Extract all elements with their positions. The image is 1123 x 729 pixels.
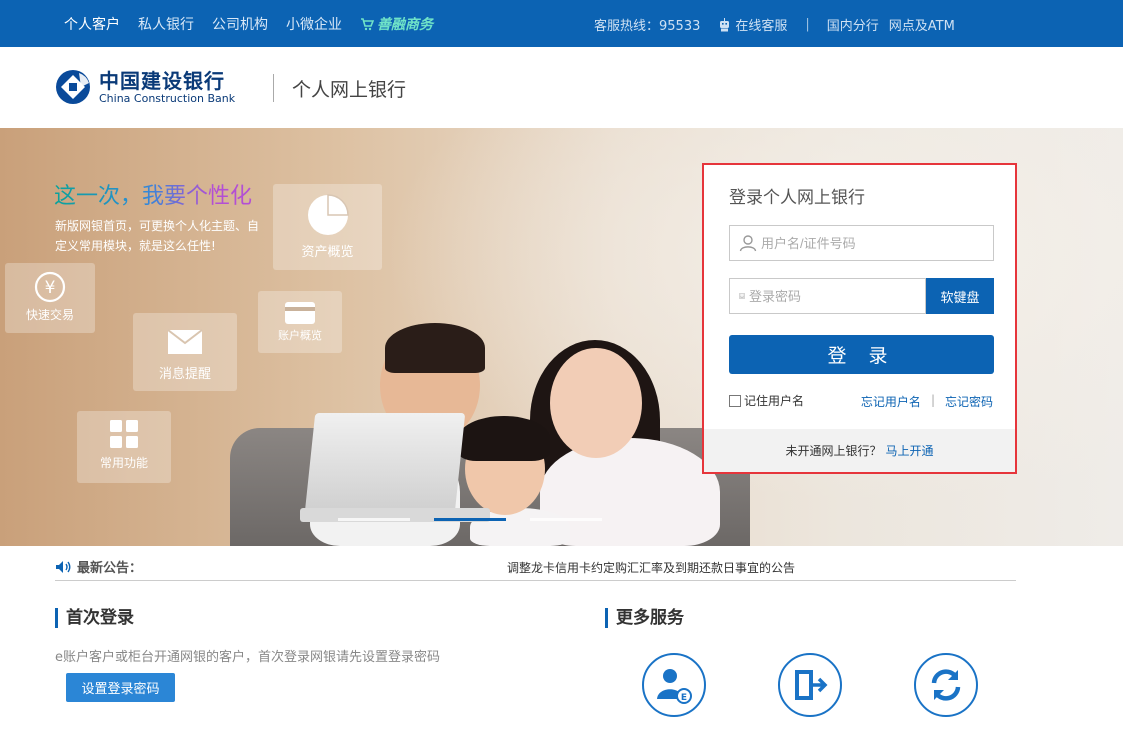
header-divider — [273, 74, 274, 102]
signup-footer: 未开通网上银行？ 马上开通 — [704, 429, 1015, 472]
remember-checkbox[interactable] — [729, 394, 741, 407]
exit-door-icon — [795, 670, 828, 700]
username-field[interactable] — [729, 225, 994, 261]
hero-father-hair — [385, 323, 485, 373]
login-panel: 登录个人网上银行 软键盘 登 录 记住用户名 忘记用户名 | — [702, 163, 1017, 474]
branch-link[interactable]: 国内分行 — [827, 15, 879, 34]
password-input[interactable] — [745, 279, 925, 313]
nav-private-banking[interactable]: 私人银行 — [138, 14, 194, 34]
tile-account[interactable]: 账户概览 — [258, 291, 342, 353]
online-service-label: 在线客服 — [735, 19, 788, 34]
speaker-icon — [56, 560, 71, 573]
password-field[interactable] — [729, 278, 926, 314]
remember-username[interactable]: 记住用户名 — [729, 392, 804, 409]
tile-quick-trade[interactable]: ¥ 快速交易 — [5, 263, 95, 333]
hero-laptop-graphic — [304, 413, 466, 513]
user-icon — [739, 235, 757, 252]
first-login-title: 首次登录 — [55, 608, 134, 628]
site-header: 中国建设银行 China Construction Bank 个人网上银行 — [0, 47, 1123, 128]
login-form: 登录个人网上银行 软键盘 登 录 记住用户名 忘记用户名 | — [704, 165, 1015, 429]
exit-service[interactable] — [778, 653, 842, 717]
e-account-user-icon: E — [657, 669, 692, 704]
robot-icon — [720, 17, 730, 31]
grid-icon — [110, 420, 138, 448]
login-title: 登录个人网上银行 — [729, 188, 865, 208]
signup-link[interactable]: 马上开通 — [886, 442, 934, 459]
divider: | — [930, 393, 935, 407]
logo-cn: 中国建设银行 — [99, 68, 225, 93]
envelope-icon — [167, 329, 203, 354]
more-services-title: 更多服务 — [605, 608, 684, 628]
nav-corporate[interactable]: 公司机构 — [212, 14, 268, 34]
online-service-link[interactable]: 在线客服 — [718, 15, 787, 34]
logo-en: China Construction Bank — [99, 91, 236, 105]
tile-common[interactable]: 常用功能 — [77, 411, 171, 483]
shopping-cart-icon — [361, 18, 374, 31]
nav-shop[interactable]: 善融商务 — [360, 14, 433, 34]
carousel-indicators — [338, 518, 602, 521]
notice-link[interactable]: 调整龙卡信用卡约定购汇汇率及到期还款日事宜的公告 — [507, 559, 795, 576]
username-input[interactable] — [757, 226, 993, 260]
nav-personal[interactable]: 个人客户 — [64, 14, 120, 34]
forgot-links: 忘记用户名 | 忘记密码 — [861, 393, 993, 410]
tile-messages-label: 消息提醒 — [158, 367, 211, 382]
carousel-dot[interactable] — [338, 518, 410, 521]
atm-link[interactable]: 网点及ATM — [889, 15, 955, 34]
hotline: 客服热线：95533 — [594, 19, 701, 34]
notice-bar: 最新公告： 调整龙卡信用卡约定购汇汇率及到期还款日事宜的公告 — [55, 548, 1016, 581]
first-login-tip: e账户客户或柜台开通网银的客户，首次登录网银请先设置登录密码 — [55, 650, 440, 665]
forgot-password-link[interactable]: 忘记密码 — [945, 393, 993, 410]
hero-child-hair — [458, 416, 550, 461]
nav-small-business[interactable]: 小微企业 — [286, 14, 342, 34]
top-nav-bar: 个人客户 私人银行 公司机构 小微企业 善融商务 客服热线：95533 在线客服… — [0, 0, 1123, 47]
ccb-logo-icon — [56, 70, 90, 104]
top-nav: 个人客户 私人银行 公司机构 小微企业 善融商务 — [64, 14, 433, 34]
ccb-logo[interactable]: 中国建设银行 China Construction Bank — [55, 69, 235, 105]
refresh-service[interactable] — [914, 653, 978, 717]
tile-common-label: 常用功能 — [99, 456, 148, 470]
top-right-links: 客服热线：95533 在线客服 | 国内分行 网点及ATM — [594, 15, 955, 34]
login-button[interactable]: 登 录 — [729, 335, 994, 374]
card-icon — [285, 302, 315, 324]
yuan-icon: ¥ — [34, 271, 66, 303]
divider: | — [805, 17, 810, 32]
carousel-dot-active[interactable] — [434, 518, 506, 521]
carousel-dot[interactable] — [530, 518, 602, 521]
forgot-username-link[interactable]: 忘记用户名 — [861, 393, 921, 410]
pie-chart-icon — [307, 194, 349, 235]
tile-account-label: 账户概览 — [278, 329, 322, 342]
hero-mother-face — [550, 348, 642, 458]
tile-quick-trade-label: 快速交易 — [25, 308, 74, 322]
notice-label-text: 最新公告： — [77, 561, 143, 576]
e-account-service[interactable]: E — [642, 653, 706, 717]
hero-slogan: 这一次，我要个性化 — [54, 178, 252, 210]
hero-description: 新版网银首页，可更换个人化主题、自定义常用模块，就是这么任性! — [55, 219, 260, 253]
svg-text:¥: ¥ — [45, 278, 56, 298]
signup-prompt: 未开通网上银行？ — [785, 444, 882, 458]
tile-assets[interactable]: 资产概览 — [273, 184, 382, 270]
refresh-icon — [931, 669, 961, 701]
logo-text: 中国建设银行 China Construction Bank — [99, 70, 235, 105]
set-password-button[interactable]: 设置登录密码 — [66, 673, 175, 702]
soft-keyboard-button[interactable]: 软键盘 — [926, 278, 994, 314]
tile-messages[interactable]: 消息提醒 — [133, 313, 237, 391]
nav-shop-label: 善融商务 — [377, 17, 433, 33]
remember-label: 记住用户名 — [744, 394, 805, 408]
notice-label: 最新公告： — [55, 557, 142, 576]
svg-text:E: E — [681, 693, 687, 703]
page-title: 个人网上银行 — [292, 79, 407, 101]
tile-assets-label: 资产概览 — [301, 245, 354, 260]
